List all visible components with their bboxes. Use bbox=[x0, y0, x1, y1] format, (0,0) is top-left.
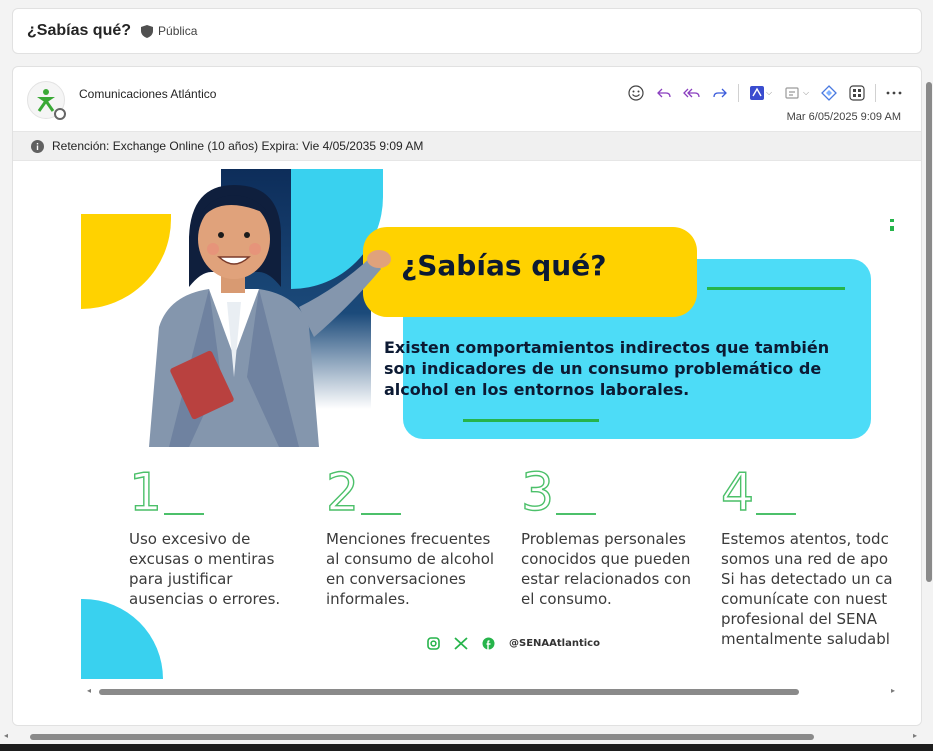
scroll-left-icon[interactable]: ◂ bbox=[4, 731, 8, 740]
reply-button[interactable] bbox=[651, 81, 677, 105]
step-2: 2 Menciones frecuentes al consumo de alc… bbox=[325, 463, 495, 609]
message-body: ¿Sabías qué? Existen comportamientos ind… bbox=[13, 161, 921, 725]
chevron-down-icon: ⌵ bbox=[802, 88, 810, 97]
reading-pane-vertical-scrollbar[interactable] bbox=[925, 82, 933, 592]
step-underline bbox=[361, 513, 402, 515]
step-number: 1 bbox=[128, 463, 163, 523]
retention-text: Retención: Exchange Online (10 años) Exp… bbox=[52, 139, 424, 153]
reply-all-icon bbox=[683, 88, 700, 98]
subject-title: ¿Sabías qué? bbox=[27, 22, 132, 39]
chevron-down-icon: ⌵ bbox=[765, 88, 773, 97]
x-twitter-icon bbox=[454, 637, 468, 650]
step-text: Uso excesivo de excusas o mentiras para … bbox=[129, 530, 281, 608]
immersive-reader-button[interactable]: ⌵ bbox=[780, 81, 814, 105]
subject-bar: ¿Sabías qué? Pública bbox=[12, 8, 922, 54]
avatar[interactable] bbox=[27, 81, 66, 120]
social-links: @SENAAtlantico bbox=[427, 637, 600, 650]
step-text: Menciones frecuentes al consumo de alcoh… bbox=[326, 530, 495, 608]
description-underline bbox=[463, 419, 599, 422]
smiley-icon bbox=[628, 85, 644, 101]
scrollbar-thumb[interactable] bbox=[30, 734, 814, 740]
reply-all-button[interactable] bbox=[679, 81, 705, 105]
forward-icon bbox=[713, 88, 727, 98]
step-underline bbox=[556, 513, 597, 515]
forward-button[interactable] bbox=[707, 81, 733, 105]
info-icon bbox=[31, 139, 44, 153]
step-1: 1 Uso excesivo de excusas o mentiras par… bbox=[128, 463, 281, 609]
decor-mark bbox=[890, 219, 894, 231]
step-number: 3 bbox=[520, 463, 555, 523]
adobe-pdf-icon bbox=[749, 86, 764, 100]
taskbar-edge bbox=[0, 744, 933, 751]
scroll-right-icon[interactable]: ▸ bbox=[891, 686, 895, 695]
immersive-reader-icon bbox=[785, 87, 799, 99]
shield-icon bbox=[141, 24, 154, 38]
decor-shape bbox=[81, 599, 163, 679]
step-number: 2 bbox=[325, 463, 360, 523]
banner-image: ¿Sabías qué? Existen comportamientos ind… bbox=[81, 169, 921, 679]
scrollbar-thumb[interactable] bbox=[99, 689, 799, 695]
title-underline bbox=[707, 287, 845, 290]
message-toolbar: ⌵ ⌵ bbox=[623, 81, 907, 105]
scroll-right-icon[interactable]: ▸ bbox=[913, 731, 917, 740]
toolbar-separator bbox=[875, 84, 876, 102]
toolbar-separator bbox=[738, 84, 739, 102]
step-text: Problemas personales conocidos que puede… bbox=[521, 530, 691, 608]
loop-button[interactable] bbox=[816, 81, 842, 105]
scroll-left-icon[interactable]: ◂ bbox=[87, 686, 91, 695]
scrollbar-thumb[interactable] bbox=[926, 82, 932, 582]
facebook-icon bbox=[482, 637, 495, 650]
page-horizontal-scrollbar[interactable]: ◂ ▸ bbox=[0, 730, 933, 744]
retention-bar: Retención: Exchange Online (10 años) Exp… bbox=[13, 131, 921, 161]
apps-icon bbox=[849, 85, 865, 101]
banner-description: Existen comportamientos indirectos que t… bbox=[384, 338, 830, 399]
woman-illustration-icon bbox=[149, 185, 391, 447]
body-horizontal-scrollbar[interactable]: ◂ ▸ bbox=[87, 685, 895, 699]
message-card: Comunicaciones Atlántico ⌵ ⌵ Mar 6/05/20… bbox=[12, 66, 922, 726]
step-3: 3 Problemas personales conocidos que pue… bbox=[520, 463, 691, 609]
sensitivity-label[interactable]: Pública bbox=[141, 24, 197, 38]
react-button[interactable] bbox=[623, 81, 649, 105]
apps-button[interactable] bbox=[844, 81, 870, 105]
presence-status-icon bbox=[54, 108, 66, 120]
step-4: 4 Estemos atentos, todc somos una red de… bbox=[720, 463, 893, 649]
loop-icon bbox=[821, 85, 837, 101]
more-icon bbox=[886, 91, 902, 95]
banner-title: ¿Sabías qué? bbox=[401, 249, 607, 282]
step-underline bbox=[164, 513, 205, 515]
step-underline bbox=[756, 513, 797, 515]
social-handle: @SENAAtlantico bbox=[509, 638, 600, 649]
sensitivity-label-text: Pública bbox=[158, 24, 198, 38]
message-date: Mar 6/05/2025 9:09 AM bbox=[786, 111, 901, 123]
step-number: 4 bbox=[720, 463, 755, 523]
sender-name[interactable]: Comunicaciones Atlántico bbox=[79, 87, 216, 101]
reply-icon bbox=[657, 88, 671, 98]
step-text: Estemos atentos, todc somos una red de a… bbox=[721, 530, 893, 648]
adobe-pdf-button[interactable]: ⌵ bbox=[744, 81, 778, 105]
more-actions-button[interactable] bbox=[881, 81, 907, 105]
message-header: Comunicaciones Atlántico ⌵ ⌵ Mar 6/05/20… bbox=[13, 67, 921, 131]
instagram-icon bbox=[427, 637, 440, 650]
